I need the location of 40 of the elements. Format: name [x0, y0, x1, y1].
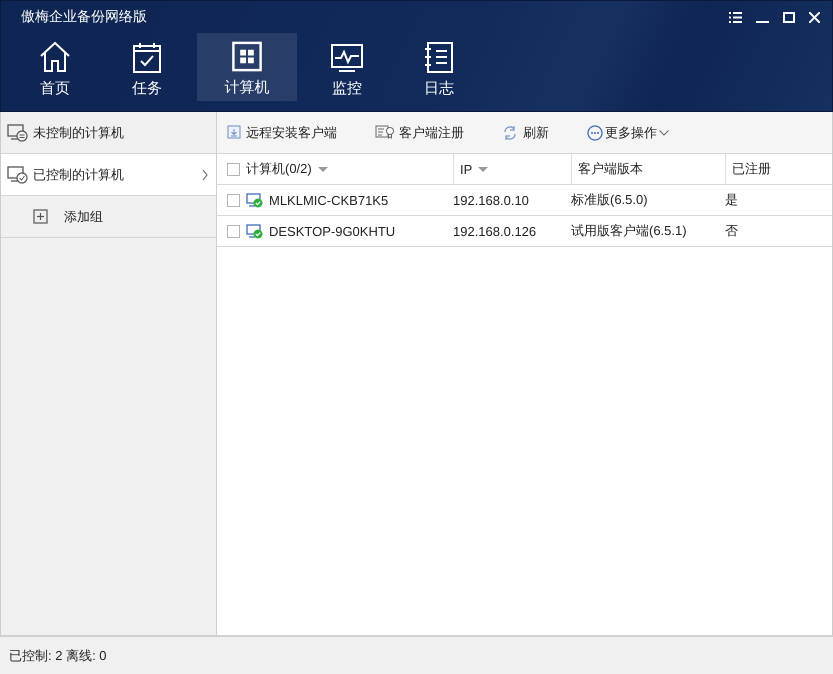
nav-tab[interactable]: 计算机	[197, 33, 297, 101]
table-cell: 否	[725, 222, 738, 240]
column-header[interactable]: 已注册	[732, 160, 771, 178]
maximize-icon[interactable]	[783, 12, 795, 22]
close-icon[interactable]	[809, 12, 820, 22]
toolbar-button[interactable]: 刷新	[502, 124, 549, 142]
menu-icon[interactable]	[729, 12, 742, 22]
nav-tab[interactable]: 首页	[9, 33, 101, 101]
table-cell: MLKLMIC-CKB71K5	[269, 192, 388, 208]
nav-tab[interactable]: 任务	[101, 33, 193, 101]
table-cell: 标准版(6.5.0)	[571, 191, 648, 209]
refresh-icon	[502, 124, 518, 140]
sidebar-item[interactable]: 添加组	[1, 196, 216, 238]
toolbar-button[interactable]: 远程安装客户端	[227, 124, 337, 142]
toolbar-button[interactable]: 更多操作	[587, 124, 669, 142]
nav-tab[interactable]: 日志	[393, 33, 485, 101]
sidebar-item[interactable]: 已控制的计算机	[1, 154, 216, 196]
table-cell: 是	[725, 191, 738, 209]
checkbox[interactable]	[227, 194, 240, 206]
status-text: 已控制: 2 离线: 0	[9, 646, 107, 664]
toolbar-button[interactable]: 客户端注册	[375, 124, 464, 142]
window-title: 傲梅企业备份网络版	[21, 8, 148, 26]
table-cell: DESKTOP-9G0KHTU	[269, 224, 396, 238]
column-header[interactable]: 客户端版本	[578, 160, 643, 178]
monitor-check-icon	[7, 165, 28, 184]
more-circle-icon	[587, 124, 603, 140]
table-cell: 192.168.0.126	[453, 224, 536, 238]
nav-tab[interactable]: 监控	[301, 33, 393, 101]
table-cell: 192.168.0.10	[453, 192, 529, 208]
windows-logo-icon	[229, 39, 265, 74]
column-header[interactable]: 计算机(0/2)	[246, 160, 312, 178]
download-box-icon	[227, 124, 241, 140]
checkbox[interactable]	[227, 162, 240, 176]
sort-arrow-icon[interactable]	[318, 166, 328, 172]
certificate-icon	[375, 124, 394, 140]
column-header[interactable]: IP	[460, 162, 472, 176]
table-cell: 试用版客户端(6.5.1)	[571, 222, 687, 240]
monitor-minus-icon	[7, 123, 28, 142]
sort-arrow-icon[interactable]	[478, 166, 488, 172]
checkbox[interactable]	[227, 224, 240, 238]
